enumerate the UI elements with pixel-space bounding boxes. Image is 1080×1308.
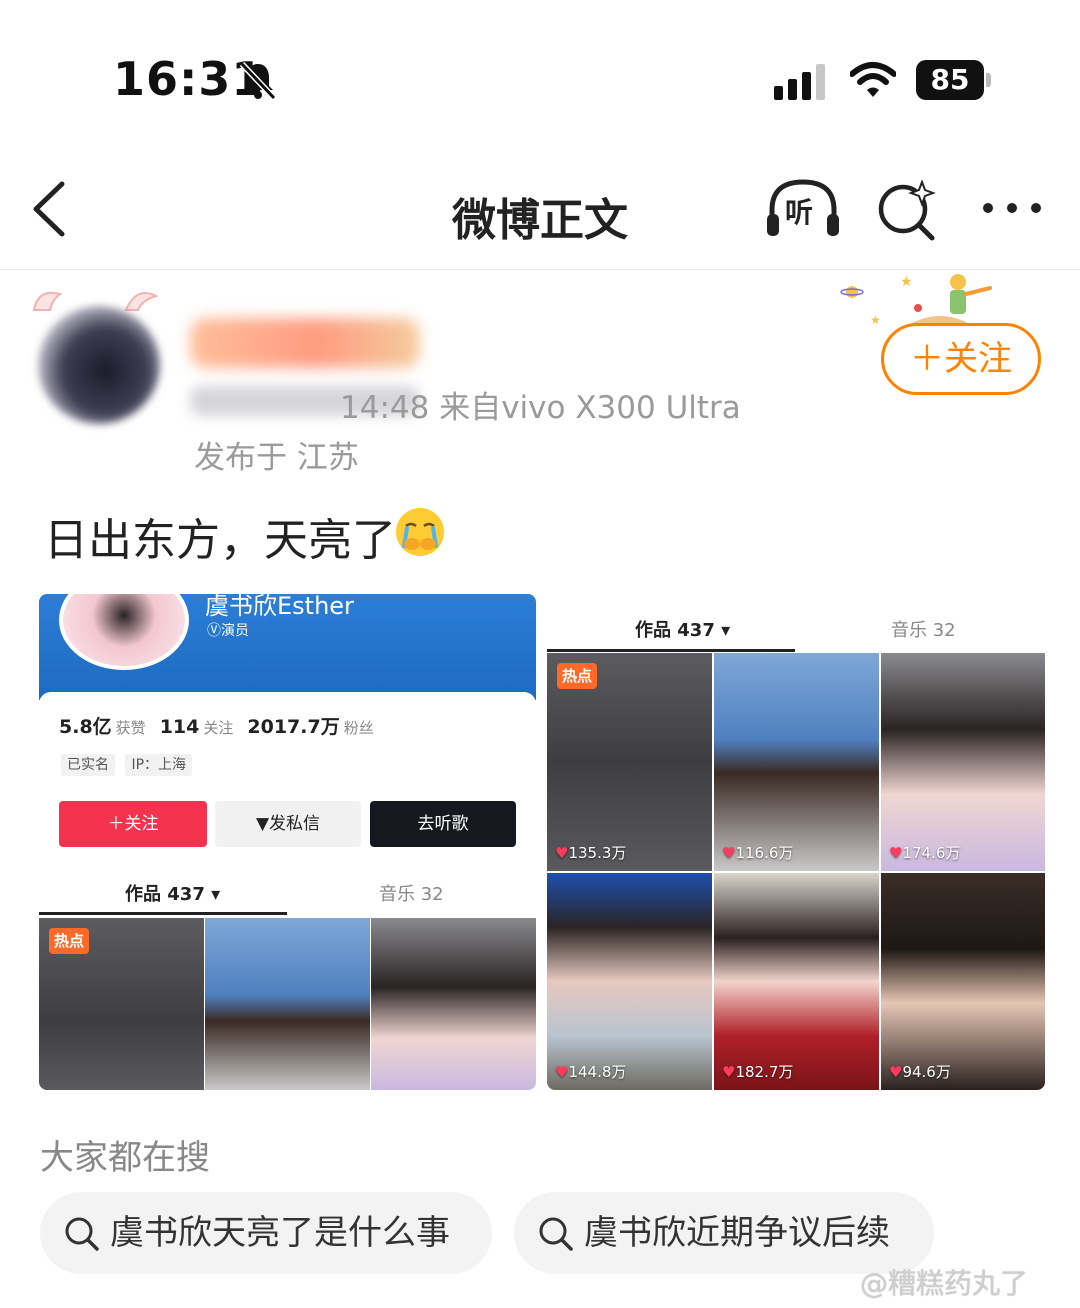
search-chip-label: 虞书欣近期争议后续 <box>584 1213 890 1253</box>
like-count: ♥116.6万 <box>722 844 794 862</box>
follow-button[interactable]: ＋关注 <box>881 323 1041 395</box>
search-icon <box>65 1217 99 1251</box>
trending-search-title: 大家都在搜 <box>40 1138 210 1178</box>
tab-music: 音乐 32 <box>891 620 956 641</box>
fans-count: 2017.7万 <box>247 716 340 738</box>
nav-bar: 微博正文 听 <box>0 150 1080 270</box>
svg-text:★: ★ <box>900 274 913 290</box>
video-thumb: 热点 ♥135.3万 <box>547 653 712 871</box>
profile-name: 虞书欣Esther <box>205 594 354 620</box>
wifi-icon <box>850 62 896 97</box>
likes-label: 获赞 <box>115 719 146 737</box>
bell-muted-icon <box>239 61 277 101</box>
grid-tabs: 作品 437 ▾ 音乐 32 <box>547 612 1045 652</box>
avatar[interactable] <box>38 306 160 424</box>
post-image-profile[interactable]: 虞书欣Esther Ⓥ演员 5.8亿 获赞 114 关注 2017.7万 粉丝 已实名 I… <box>39 594 536 1090</box>
search-icon <box>539 1217 573 1251</box>
hot-badge: 热点 <box>557 663 597 689</box>
profile-tags: 已实名 IP：上海 <box>61 754 198 776</box>
following-label: 关注 <box>203 719 234 737</box>
crying-emoji-icon <box>396 508 444 556</box>
search-chip[interactable]: 虞书欣天亮了是什么事 <box>40 1192 492 1274</box>
listen-button[interactable]: 听 <box>764 176 842 240</box>
more-options-icon[interactable] <box>980 198 1044 218</box>
like-count: ♥144.8万 <box>555 1063 627 1081</box>
likes-count: 5.8亿 <box>59 716 112 738</box>
search-sparkle-icon[interactable] <box>876 180 938 242</box>
video-thumb <box>371 918 536 1090</box>
profile-tabs: 作品 437 ▾ 音乐 32 <box>39 876 536 916</box>
profile-listen-button: 去听歌 <box>370 801 516 847</box>
signal-icon <box>774 64 825 100</box>
post-location: 发布于 江苏 <box>194 440 359 476</box>
video-thumb: ♥182.7万 <box>714 873 879 1090</box>
battery-level: 85 <box>916 60 984 100</box>
profile-role: Ⓥ演员 <box>207 623 249 639</box>
weibo-watermark: @糟糕药丸了 <box>860 1267 1029 1300</box>
post-text: 日出东方，天亮了 <box>44 515 396 566</box>
hot-badge: 热点 <box>49 928 89 954</box>
following-count: 114 <box>159 716 200 738</box>
tab-works: 作品 437 ▾ <box>125 884 221 905</box>
verified-tag: 已实名 <box>61 754 115 776</box>
ip-tag: IP：上海 <box>125 754 193 776</box>
battery-indicator: 85 <box>916 60 992 100</box>
battery-tip <box>986 73 991 87</box>
video-thumb: ♥174.6万 <box>881 653 1045 871</box>
username-blurred[interactable] <box>190 318 420 368</box>
video-thumb: 热点 <box>39 918 204 1090</box>
tab-underline <box>547 649 795 652</box>
post-image-video-grid[interactable]: 作品 437 ▾ 音乐 32 热点 ♥135.3万 ♥116.6万 ♥174.6… <box>547 594 1045 1090</box>
tab-works: 作品 437 ▾ <box>635 620 731 641</box>
video-thumb: ♥144.8万 <box>547 873 712 1090</box>
video-thumb: ♥94.6万 <box>881 873 1045 1090</box>
svg-text:★: ★ <box>870 313 881 327</box>
tab-underline <box>39 912 287 915</box>
like-count: ♥182.7万 <box>722 1063 794 1081</box>
post-meta: 14:48 来自vivo X300 Ultra <box>340 390 741 426</box>
profile-message-button: ▼发私信 <box>215 801 361 847</box>
tab-music: 音乐 32 <box>379 884 444 905</box>
like-count: ♥135.3万 <box>555 844 627 862</box>
profile-stats: 5.8亿 获赞 114 关注 2017.7万 粉丝 <box>59 712 388 739</box>
like-count: ♥94.6万 <box>889 1063 951 1081</box>
video-grid: 热点 ♥135.3万 ♥116.6万 ♥174.6万 ♥144.8万 ♥182.… <box>547 653 1045 1090</box>
video-thumb <box>205 918 370 1090</box>
profile-follow-button: ＋关注 <box>59 801 207 847</box>
search-chip-label: 虞书欣天亮了是什么事 <box>110 1213 450 1253</box>
video-thumb: ♥116.6万 <box>714 653 879 871</box>
fans-label: 粉丝 <box>343 719 374 737</box>
listen-label: 听 <box>785 196 814 229</box>
like-count: ♥174.6万 <box>889 844 961 862</box>
status-bar: 16:31 85 <box>0 0 1080 150</box>
profile-video-grid: 热点 <box>39 918 536 1090</box>
